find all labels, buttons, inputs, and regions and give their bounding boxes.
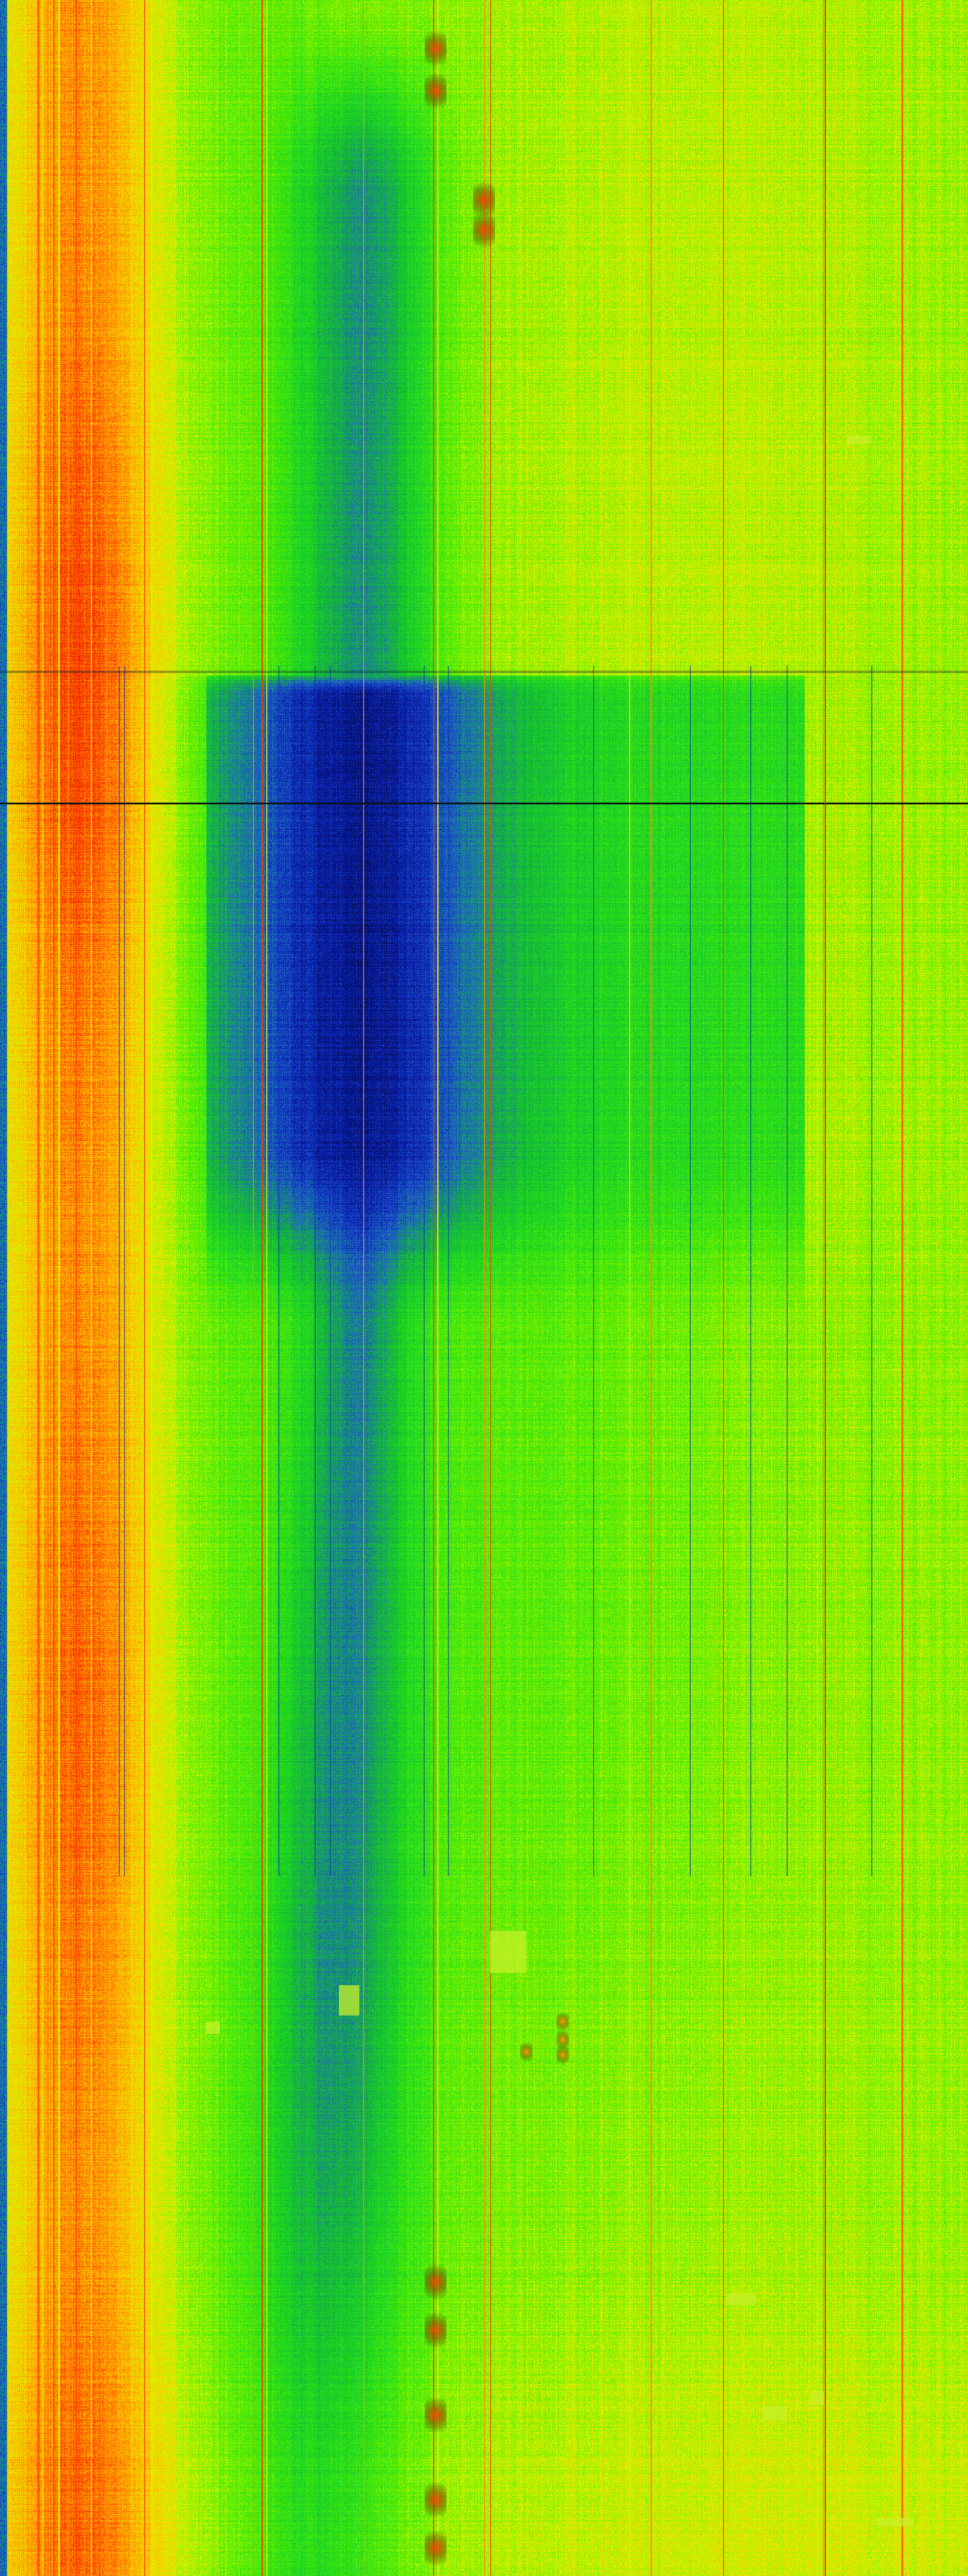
spectrogram-view [0,0,968,2576]
spectrogram-canvas [0,0,968,2576]
